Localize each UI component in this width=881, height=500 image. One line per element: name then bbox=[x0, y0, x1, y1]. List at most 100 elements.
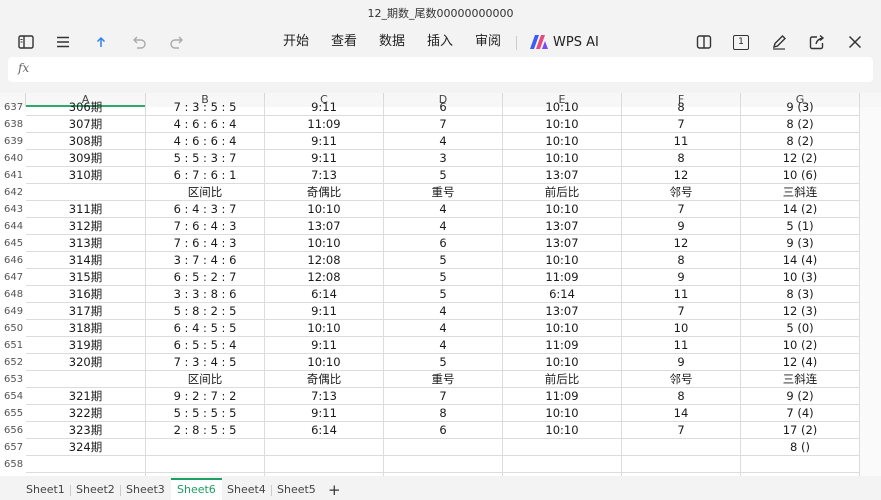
cell-a[interactable]: 314期 bbox=[26, 252, 146, 269]
cell-g[interactable]: 8 (2) bbox=[741, 133, 860, 150]
cell-f[interactable]: 8 bbox=[622, 388, 741, 405]
menu-review[interactable]: 审阅 bbox=[475, 32, 501, 52]
cell-b[interactable]: 7 : 3 : 5 : 5 bbox=[146, 99, 265, 116]
menu-data[interactable]: 数据 bbox=[379, 32, 405, 52]
cell-b[interactable]: 6 : 7 : 6 : 1 bbox=[146, 167, 265, 184]
cell-g[interactable]: 三斜连 bbox=[741, 371, 860, 388]
cell-e[interactable]: 10:10 bbox=[503, 201, 622, 218]
cell-a[interactable]: 312期 bbox=[26, 218, 146, 235]
cell-d[interactable]: 6 bbox=[384, 422, 503, 439]
cell-f[interactable]: 12 bbox=[622, 167, 741, 184]
sidebar-toggle-icon[interactable] bbox=[14, 30, 38, 54]
cell-g[interactable]: 5 (1) bbox=[741, 218, 860, 235]
cell-f[interactable]: 7 bbox=[622, 201, 741, 218]
cell-f[interactable]: 9 bbox=[622, 354, 741, 371]
cell-a[interactable]: 323期 bbox=[26, 422, 146, 439]
cell-c[interactable]: 7:13 bbox=[265, 167, 384, 184]
cell-a[interactable] bbox=[26, 371, 146, 388]
cell-b[interactable]: 3 : 7 : 4 : 6 bbox=[146, 252, 265, 269]
cell-e[interactable]: 13:07 bbox=[503, 235, 622, 252]
cell-c[interactable]: 13:07 bbox=[265, 218, 384, 235]
cell-g[interactable]: 5 (0) bbox=[741, 320, 860, 337]
cell-f[interactable] bbox=[622, 473, 741, 476]
cell-e[interactable]: 10:10 bbox=[503, 252, 622, 269]
cell-e[interactable]: 13:07 bbox=[503, 218, 622, 235]
cell-a[interactable] bbox=[26, 456, 146, 473]
cell-f[interactable]: 8 bbox=[622, 99, 741, 116]
cell-e[interactable] bbox=[503, 456, 622, 473]
cell-d[interactable]: 7 bbox=[384, 388, 503, 405]
row-number[interactable]: 643 bbox=[0, 201, 26, 218]
cell-f[interactable]: 8 bbox=[622, 150, 741, 167]
menu-start[interactable]: 开始 bbox=[283, 32, 309, 52]
cell-g[interactable]: 8 (2) bbox=[741, 116, 860, 133]
cell-c[interactable]: 12:08 bbox=[265, 252, 384, 269]
cell-e[interactable]: 10:10 bbox=[503, 133, 622, 150]
cell-d[interactable]: 4 bbox=[384, 320, 503, 337]
cell-f[interactable]: 9 bbox=[622, 218, 741, 235]
cell-e[interactable]: 13:07 bbox=[503, 167, 622, 184]
cell-e[interactable]: 11:09 bbox=[503, 269, 622, 286]
cell-c[interactable]: 9:11 bbox=[265, 150, 384, 167]
row-number[interactable]: 642 bbox=[0, 184, 26, 201]
cell-e[interactable] bbox=[503, 473, 622, 476]
cell-f[interactable]: 11 bbox=[622, 337, 741, 354]
cell-g[interactable]: 14 (2) bbox=[741, 201, 860, 218]
cell-f[interactable]: 7 bbox=[622, 116, 741, 133]
menu-view[interactable]: 查看 bbox=[331, 32, 357, 52]
cell-c[interactable]: 奇偶比 bbox=[265, 371, 384, 388]
cell-b[interactable]: 区间比 bbox=[146, 371, 265, 388]
cell-f[interactable] bbox=[622, 456, 741, 473]
cell-e[interactable]: 10:10 bbox=[503, 405, 622, 422]
cell-c[interactable]: 奇偶比 bbox=[265, 184, 384, 201]
cell-e[interactable]: 10:10 bbox=[503, 422, 622, 439]
cell-d[interactable]: 4 bbox=[384, 133, 503, 150]
cell-g[interactable]: 8 () bbox=[741, 439, 860, 456]
row-number[interactable]: 645 bbox=[0, 235, 26, 252]
cell-f[interactable]: 9 bbox=[622, 269, 741, 286]
cell-b[interactable]: 7 : 6 : 4 : 3 bbox=[146, 235, 265, 252]
cell-d[interactable]: 6 bbox=[384, 235, 503, 252]
cell-e[interactable]: 11:09 bbox=[503, 388, 622, 405]
cell-a[interactable]: 309期 bbox=[26, 150, 146, 167]
cell-f[interactable]: 11 bbox=[622, 286, 741, 303]
cell-d[interactable] bbox=[384, 439, 503, 456]
cell-b[interactable]: 6 : 5 : 5 : 4 bbox=[146, 337, 265, 354]
sheet-tab-sheet2[interactable]: Sheet2 bbox=[70, 480, 121, 500]
cell-c[interactable]: 6:14 bbox=[265, 286, 384, 303]
row-number[interactable]: 640 bbox=[0, 150, 26, 167]
cell-d[interactable]: 5 bbox=[384, 167, 503, 184]
row-number[interactable]: 659 bbox=[0, 473, 26, 476]
cell-c[interactable]: 10:10 bbox=[265, 201, 384, 218]
row-number[interactable]: 644 bbox=[0, 218, 26, 235]
row-number[interactable]: 657 bbox=[0, 439, 26, 456]
cell-d[interactable]: 6 bbox=[384, 99, 503, 116]
page-count-button[interactable]: 1 bbox=[729, 30, 753, 54]
cell-b[interactable]: 7 : 6 : 4 : 3 bbox=[146, 218, 265, 235]
cell-d[interactable]: 重号 bbox=[384, 184, 503, 201]
cell-g[interactable]: 9 (3) bbox=[741, 99, 860, 116]
cell-e[interactable]: 10:10 bbox=[503, 354, 622, 371]
menu-icon[interactable] bbox=[51, 30, 75, 54]
cell-e[interactable]: 前后比 bbox=[503, 371, 622, 388]
cell-e[interactable] bbox=[503, 439, 622, 456]
cell-d[interactable]: 5 bbox=[384, 252, 503, 269]
row-number[interactable]: 654 bbox=[0, 388, 26, 405]
cell-d[interactable] bbox=[384, 456, 503, 473]
cell-g[interactable] bbox=[741, 473, 860, 476]
cell-c[interactable]: 9:11 bbox=[265, 337, 384, 354]
cell-d[interactable]: 8 bbox=[384, 405, 503, 422]
cell-e[interactable]: 前后比 bbox=[503, 184, 622, 201]
redo-icon[interactable] bbox=[165, 30, 189, 54]
cell-a[interactable]: 322期 bbox=[26, 405, 146, 422]
cell-d[interactable]: 5 bbox=[384, 354, 503, 371]
cell-e[interactable]: 11:09 bbox=[503, 337, 622, 354]
cell-b[interactable]: 5 : 5 : 5 : 5 bbox=[146, 405, 265, 422]
cell-a[interactable]: 319期 bbox=[26, 337, 146, 354]
sheet-tab-sheet5[interactable]: Sheet5 bbox=[271, 480, 322, 500]
cell-c[interactable] bbox=[265, 473, 384, 476]
cell-g[interactable]: 12 (3) bbox=[741, 303, 860, 320]
cell-b[interactable]: 5 : 5 : 3 : 7 bbox=[146, 150, 265, 167]
cell-c[interactable]: 12:08 bbox=[265, 269, 384, 286]
cell-d[interactable]: 5 bbox=[384, 286, 503, 303]
